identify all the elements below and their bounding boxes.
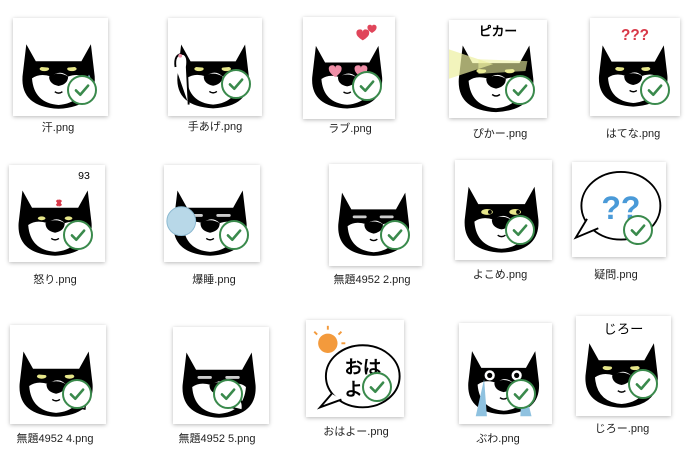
file-name-label[interactable]: はてな.png	[563, 125, 700, 141]
overlay-text: じろー	[604, 323, 644, 338]
checkmark-icon	[623, 215, 653, 245]
file-thumbnail[interactable]	[173, 327, 269, 424]
checkmark-icon	[362, 372, 392, 402]
file-thumbnail[interactable]: おはよー	[306, 320, 404, 417]
file-name-label[interactable]: じろー.png	[552, 420, 692, 436]
file-thumbnail[interactable]	[303, 17, 395, 119]
overlay-text: ピカー	[479, 24, 517, 39]
file-name-label[interactable]: 汗.png	[0, 119, 128, 135]
file-name-label[interactable]: ラブ.png	[280, 120, 420, 136]
checkmark-icon	[221, 69, 251, 99]
checkmark-icon	[505, 215, 535, 245]
file-name-label[interactable]: 無題4952 2.png	[302, 271, 442, 287]
checkmark-icon	[62, 379, 92, 409]
file-thumbnail[interactable]: ??	[572, 162, 666, 257]
checkmark-icon	[628, 369, 658, 399]
checkmark-icon	[219, 220, 249, 250]
file-name-label[interactable]: 疑問.png	[546, 266, 686, 282]
file-thumbnail[interactable]	[10, 325, 106, 424]
file-name-label[interactable]: 無題4952 5.png	[147, 430, 287, 446]
checkmark-icon	[380, 220, 410, 250]
file-name-label[interactable]: 手あげ.png	[145, 118, 285, 134]
checkmark-icon	[505, 75, 535, 105]
file-thumbnail[interactable]	[459, 323, 552, 424]
file-name-label[interactable]: 怒り.png	[0, 271, 125, 287]
svg-text:93: 93	[78, 170, 90, 182]
file-name-label[interactable]: 爆睡.png	[144, 271, 284, 287]
file-thumbnail[interactable]	[168, 18, 262, 116]
checkmark-icon	[640, 75, 670, 105]
file-thumbnail[interactable]	[329, 164, 422, 266]
file-thumbnail[interactable]: じろー	[576, 316, 671, 416]
checkmark-icon	[506, 379, 536, 409]
file-name-label[interactable]: ぶわ.png	[428, 430, 568, 446]
file-name-label[interactable]: 無題4952 4.png	[0, 430, 125, 446]
checkmark-icon	[352, 71, 382, 101]
file-thumbnail[interactable]	[455, 160, 552, 260]
checkmark-icon	[213, 379, 243, 409]
checkmark-icon	[63, 220, 93, 250]
overlay-text: ???	[621, 27, 649, 44]
file-name-label[interactable]: おはよー.png	[286, 423, 426, 439]
checkmark-icon	[67, 75, 97, 105]
file-name-label[interactable]: ぴかー.png	[430, 125, 570, 141]
file-thumbnail[interactable]: ピカー	[449, 20, 547, 118]
